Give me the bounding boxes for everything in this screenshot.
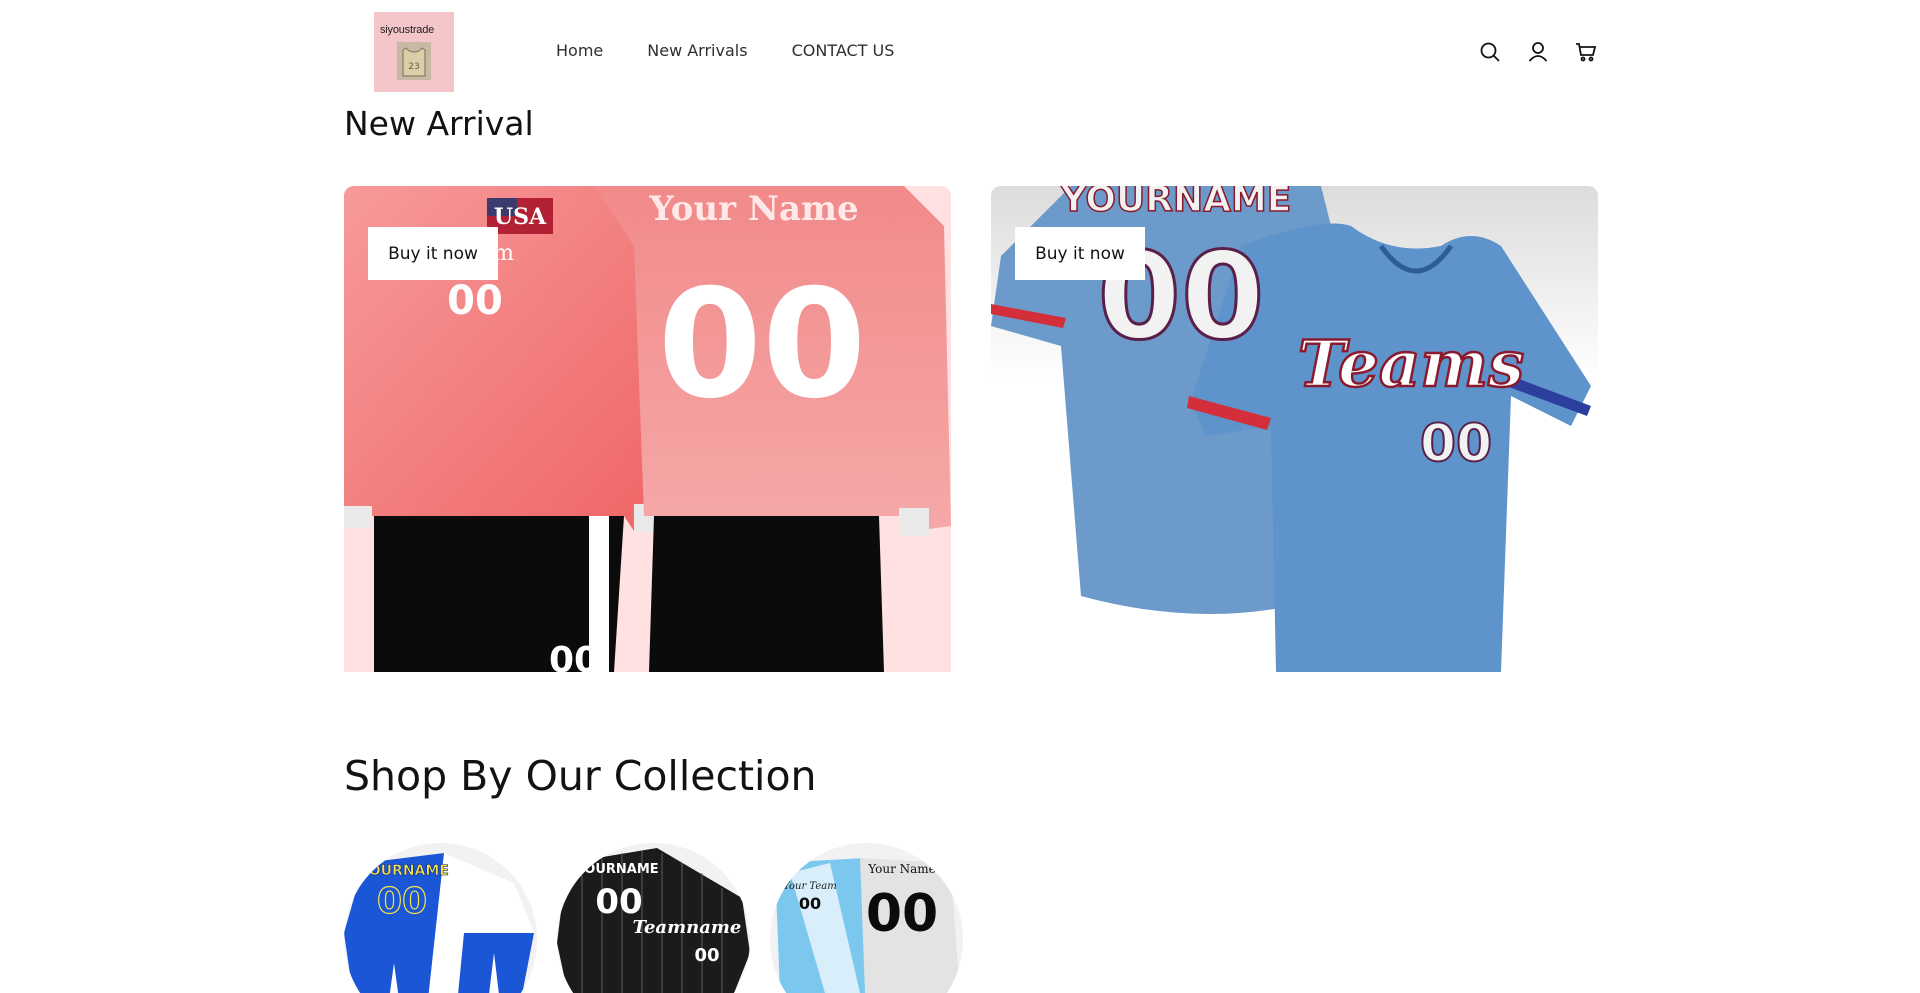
collection-item-hawaiian[interactable]: YOURNAME 00: [344, 843, 537, 993]
blue-soccer-kit-image: Your Team Your Name 00 00: [770, 843, 963, 993]
search-icon[interactable]: [1478, 40, 1502, 64]
collection-item-pinstripe[interactable]: YOURNAME 00 Teamname 00: [557, 843, 750, 993]
nav-new-arrivals[interactable]: New Arrivals: [647, 41, 747, 60]
card2-team: Teams: [1298, 327, 1524, 402]
coll2-team: Teamname: [633, 917, 742, 938]
site-header: siyoustrade 23 Home New Arrivals CONTACT…: [0, 0, 1920, 104]
card2-name: YOURNAME: [1060, 186, 1292, 220]
header-icons: [1478, 40, 1598, 64]
coll3-name: Your Name: [867, 862, 936, 876]
collection-list: YOURNAME 00 YOURNAME 00 Teamname 00 Your…: [344, 843, 963, 993]
collection-item-soccer-blue[interactable]: Your Team Your Name 00 00: [770, 843, 963, 993]
buy-now-button[interactable]: Buy it now: [368, 227, 498, 280]
coll2-front-number: 00: [694, 945, 719, 966]
card1-back-number: 00: [447, 278, 503, 324]
collection-title: Shop By Our Collection: [344, 752, 817, 800]
logo-text: siyoustrade: [380, 24, 435, 36]
coll1-number: 00: [377, 881, 427, 922]
coll3-number: 00: [866, 884, 938, 944]
arrival-card-soccer[interactable]: USA Team 00 Your Name 00 00 Buy it now: [344, 186, 951, 672]
pinstripe-jersey-image: YOURNAME 00 Teamname 00: [557, 843, 750, 993]
arrival-card-baseball[interactable]: YOURNAME 00 Teams 00 Buy it now: [991, 186, 1598, 672]
main-nav: Home New Arrivals CONTACT US: [556, 41, 938, 60]
card1-name: Your Name: [648, 189, 858, 229]
coll3-team: Your Team: [783, 881, 836, 892]
logo-tank-image: 23: [397, 42, 431, 80]
hawaiian-jersey-image: YOURNAME 00: [344, 843, 537, 993]
coll1-name: YOURNAME: [358, 863, 449, 879]
coll2-number: 00: [595, 882, 642, 922]
svg-text:00: 00: [799, 894, 821, 913]
card1-front-number: 00: [658, 258, 867, 432]
nav-contact-us[interactable]: CONTACT US: [792, 41, 895, 60]
store-logo[interactable]: siyoustrade 23: [374, 12, 454, 92]
logo-number: 23: [408, 62, 419, 72]
coll2-name: YOURNAME: [574, 862, 658, 877]
account-icon[interactable]: [1526, 40, 1550, 64]
nav-home[interactable]: Home: [556, 41, 603, 60]
card1-country: USA: [494, 204, 547, 230]
cart-icon[interactable]: [1574, 40, 1598, 64]
buy-now-button[interactable]: Buy it now: [1015, 227, 1145, 280]
card2-front-number: 00: [1420, 414, 1492, 474]
svg-text:00: 00: [549, 640, 599, 672]
new-arrival-title: New Arrival: [344, 104, 534, 143]
